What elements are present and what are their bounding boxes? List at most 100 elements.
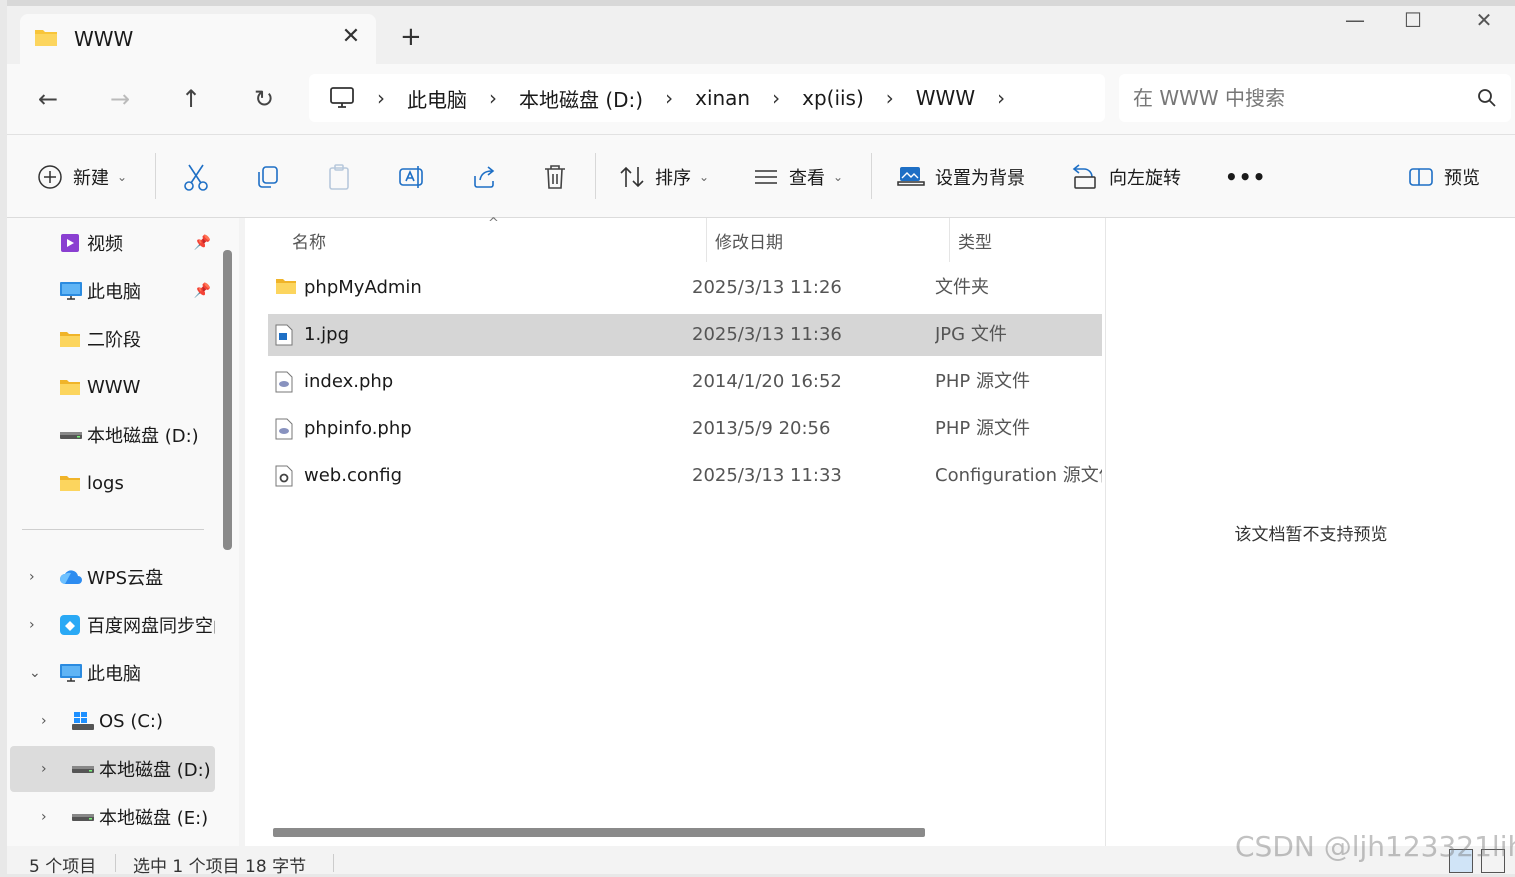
sidebar-item-item[interactable]: 视频 📌 [7, 220, 215, 266]
preview-label: 预览 [1444, 168, 1480, 189]
nav-tree-label: 本地磁盘 (E:) [99, 808, 209, 829]
chevron-right-icon[interactable]: › [41, 761, 47, 777]
chevron-right-icon[interactable]: › [29, 569, 35, 585]
chevron-right-icon[interactable]: › [41, 713, 47, 729]
toolbar-divider [155, 153, 156, 199]
sidebar-item-item[interactable]: 二阶段 [7, 316, 215, 362]
nav-tree-item-e[interactable]: › 本地磁盘 (E:) [7, 794, 215, 840]
file-modified-date: 2014/1/20 16:52 [692, 371, 842, 392]
breadcrumb-xinan[interactable]: xinan [695, 86, 750, 110]
address-bar[interactable]: › 此电脑 › 本地磁盘 (D:) › xinan › xp(iis) › WW… [309, 74, 1105, 122]
config-file-icon [275, 465, 293, 492]
delete-button[interactable] [543, 135, 567, 219]
sidebar-item-label: 此电脑 [87, 282, 141, 303]
view-button[interactable]: 查看 ⌄ [753, 135, 843, 219]
windows-drive-icon [71, 711, 95, 731]
tab-www[interactable]: WWW ✕ [20, 14, 376, 64]
file-row[interactable]: web.config 2025/3/13 11:33 Configuration 源… [268, 455, 1102, 497]
trash-icon [543, 164, 567, 190]
chevron-right-icon[interactable]: › [997, 86, 1005, 110]
minimize-button[interactable]: — [1335, 8, 1375, 32]
paste-button[interactable] [327, 135, 353, 219]
sidebar-scrollbar-thumb[interactable] [223, 250, 232, 550]
file-row[interactable]: phpMyAdmin 2025/3/13 11:26 文件夹 [268, 267, 1102, 309]
maximize-button[interactable]: ☐ [1393, 8, 1433, 32]
file-row[interactable]: phpinfo.php 2013/5/9 20:56 PHP 源文件 [268, 408, 1102, 450]
breadcrumb-drive-d[interactable]: 本地磁盘 (D:) [519, 84, 643, 113]
rename-button[interactable] [398, 135, 426, 219]
chevron-right-icon[interactable]: › [665, 86, 673, 110]
pin-icon[interactable]: 📌 [194, 283, 211, 299]
rotate-left-icon [1071, 163, 1099, 191]
refresh-button[interactable]: ↻ [249, 84, 279, 114]
close-tab-icon[interactable]: ✕ [338, 24, 364, 50]
folder-icon [34, 27, 58, 51]
set-background-button[interactable]: 设置为背景 [897, 135, 1025, 219]
plus-circle-icon [37, 164, 63, 190]
breadcrumb-xp-iis[interactable]: xp(iis) [802, 86, 864, 110]
file-row[interactable]: 1.jpg 2025/3/13 11:36 JPG 文件 [268, 314, 1102, 356]
sort-button[interactable]: 排序 ⌄ [619, 135, 709, 219]
preview-pane: 该文档暂不支持预览 [1105, 218, 1515, 846]
sidebar-item-logs[interactable]: logs [7, 460, 215, 506]
nav-tree-item-item[interactable]: ⌄ 此电脑 [7, 650, 215, 696]
toolbar-divider [595, 153, 596, 199]
chevron-right-icon[interactable]: › [489, 86, 497, 110]
nav-tree-item-os-c[interactable]: › OS (C:) [7, 698, 215, 744]
new-button[interactable]: 新建 ⌄ [37, 135, 127, 219]
chevron-right-icon[interactable]: › [41, 809, 47, 825]
file-modified-date: 2025/3/13 11:33 [692, 465, 842, 486]
more-options-button[interactable]: ••• [1225, 135, 1266, 219]
php-file-icon [275, 418, 293, 445]
breadcrumb-this-pc[interactable]: 此电脑 [407, 84, 467, 113]
search-input[interactable] [1133, 83, 1463, 113]
back-button[interactable]: ← [33, 84, 63, 114]
file-name: 1.jpg [304, 324, 350, 345]
share-button[interactable] [471, 135, 497, 219]
nav-tree-label: OS (C:) [99, 710, 163, 732]
breadcrumb-www[interactable]: WWW [916, 86, 975, 110]
nav-tree-item-d[interactable]: › 本地磁盘 (D:) [10, 746, 215, 792]
sidebar-item-item[interactable]: 此电脑 📌 [7, 268, 215, 314]
copy-icon [255, 164, 281, 190]
column-header-type[interactable]: 类型 [958, 218, 992, 262]
set-background-label: 设置为背景 [935, 168, 1025, 189]
chevron-down-icon[interactable]: ⌄ [29, 665, 41, 681]
cut-button[interactable] [183, 135, 209, 219]
file-name: phpMyAdmin [304, 277, 422, 298]
sort-label: 排序 [655, 168, 691, 189]
preview-pane-button[interactable]: 预览 [1408, 135, 1480, 219]
column-divider[interactable] [949, 218, 950, 262]
rotate-left-button[interactable]: 向左旋转 [1071, 135, 1181, 219]
view-lines-icon [753, 167, 779, 187]
chevron-right-icon[interactable]: › [772, 86, 780, 110]
new-tab-button[interactable]: + [400, 24, 422, 50]
command-bar: 新建 ⌄ 排序 ⌄ 查看 ⌄ 设置为背景 向左旋转 ••• 预览 [7, 134, 1515, 218]
sidebar-item-label: logs [87, 472, 124, 494]
horizontal-scrollbar-thumb[interactable] [273, 828, 925, 837]
column-header-date[interactable]: 修改日期 [715, 218, 783, 262]
rename-icon [398, 164, 426, 190]
column-header-name[interactable]: 名称 [292, 218, 326, 262]
up-button[interactable]: ↑ [176, 84, 206, 114]
nav-tree-item-wps[interactable]: › WPS云盘 [7, 554, 215, 600]
nav-tree-item-item[interactable]: › 百度网盘同步空间 [7, 602, 215, 648]
pin-icon[interactable]: 📌 [194, 235, 211, 251]
sidebar-divider [22, 529, 204, 530]
chevron-right-icon[interactable]: › [29, 617, 35, 633]
navigation-bar: ← → ↑ ↻ › 此电脑 › 本地磁盘 (D:) › xinan › xp(i… [7, 64, 1515, 134]
chevron-right-icon[interactable]: › [886, 86, 894, 110]
column-divider[interactable] [706, 218, 707, 262]
search-icon[interactable] [1477, 88, 1497, 112]
computer-icon [59, 663, 83, 683]
file-row[interactable]: index.php 2014/1/20 16:52 PHP 源文件 [268, 361, 1102, 403]
close-window-button[interactable]: ✕ [1464, 8, 1504, 32]
desktop-background-icon [897, 164, 925, 190]
file-list: ^ 名称 修改日期 类型 phpMyAdmin 2025/3/13 11:26 文件… [245, 216, 1105, 846]
forward-button[interactable]: → [105, 84, 135, 114]
copy-button[interactable] [255, 135, 281, 219]
navigation-pane: 视频 📌 此电脑 📌 二阶段 WWW 本地磁盘 (D:) logs › WPS云盘 › 百度网盘同步空… [7, 218, 239, 846]
file-type: JPG 文件 [935, 324, 1007, 345]
sidebar-item-d[interactable]: 本地磁盘 (D:) [7, 412, 215, 458]
sidebar-item-www[interactable]: WWW [7, 364, 215, 410]
